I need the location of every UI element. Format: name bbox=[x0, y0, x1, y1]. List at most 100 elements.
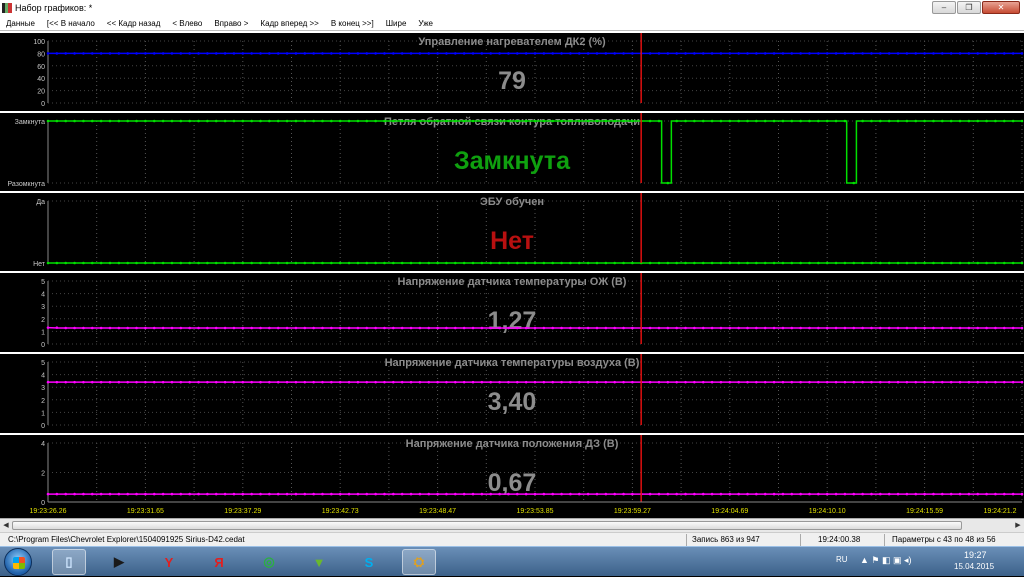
menu-item-6[interactable]: В конец >>] bbox=[331, 19, 374, 28]
data-point bbox=[392, 120, 395, 123]
data-point bbox=[835, 120, 838, 123]
data-point bbox=[242, 327, 245, 330]
data-point bbox=[1012, 120, 1015, 123]
data-point bbox=[144, 262, 147, 265]
data-point bbox=[268, 120, 271, 123]
data-point bbox=[720, 262, 723, 265]
data-point bbox=[188, 327, 191, 330]
chart-panel[interactable]: ДаНетЭБУ обученНет bbox=[0, 191, 1024, 271]
data-point bbox=[826, 381, 829, 384]
start-button[interactable] bbox=[4, 548, 32, 576]
yandex-browser-icon[interactable]: Y bbox=[152, 549, 186, 575]
tray-icons[interactable]: ▲ ⚑ ◧ ▣ ◂) bbox=[860, 555, 912, 566]
data-point bbox=[968, 52, 971, 55]
data-point bbox=[454, 381, 457, 384]
data-point bbox=[737, 52, 740, 55]
downloader-icon[interactable]: ▼ bbox=[302, 549, 336, 575]
data-point bbox=[507, 120, 510, 123]
data-point bbox=[401, 327, 404, 330]
skype-icon[interactable]: S bbox=[352, 549, 386, 575]
data-point bbox=[162, 120, 165, 123]
chart-panel[interactable]: 420Напряжение датчика положения ДЗ (В)0,… bbox=[0, 433, 1024, 518]
clock-date[interactable]: 15.04.2015 bbox=[954, 562, 994, 571]
data-point bbox=[773, 262, 776, 265]
data-point bbox=[286, 381, 289, 384]
data-point bbox=[755, 327, 758, 330]
data-point bbox=[861, 381, 864, 384]
media-player-icon[interactable]: ▶ bbox=[102, 549, 136, 575]
data-point bbox=[153, 120, 156, 123]
data-point bbox=[764, 52, 767, 55]
data-point bbox=[374, 381, 377, 384]
data-point bbox=[941, 493, 944, 496]
chart-panel[interactable]: 543210Напряжение датчика температуры воз… bbox=[0, 352, 1024, 433]
menu-item-0[interactable]: Данные bbox=[6, 19, 35, 28]
files-icon[interactable]: ▯ bbox=[52, 549, 86, 575]
data-point bbox=[56, 381, 59, 384]
data-point bbox=[47, 262, 50, 265]
data-point bbox=[817, 120, 820, 123]
scroll-right-arrow-icon[interactable]: ▶ bbox=[1012, 520, 1024, 531]
data-point bbox=[109, 52, 112, 55]
chart-panel[interactable]: 100806040200Управление нагревателем ДК2 … bbox=[0, 31, 1024, 111]
data-point bbox=[826, 120, 829, 123]
data-point bbox=[817, 493, 820, 496]
data-point bbox=[631, 493, 634, 496]
data-point bbox=[489, 120, 492, 123]
data-point bbox=[773, 52, 776, 55]
yandex-icon[interactable]: Я bbox=[202, 549, 236, 575]
y-tick-label: Нет bbox=[33, 261, 46, 268]
data-point bbox=[233, 262, 236, 265]
menu-item-1[interactable]: [<< В начало bbox=[47, 19, 95, 28]
data-point bbox=[578, 381, 581, 384]
menu-item-7[interactable]: Шире bbox=[386, 19, 407, 28]
data-point bbox=[126, 120, 129, 123]
horizontal-scrollbar[interactable]: ◀ ▶ bbox=[0, 518, 1024, 532]
menu-item-3[interactable]: < Влево bbox=[172, 19, 202, 28]
data-point bbox=[578, 327, 581, 330]
data-point bbox=[897, 493, 900, 496]
window-titlebar: Набор графиков: * – ❐ ✕ bbox=[0, 0, 1024, 16]
data-point bbox=[808, 493, 811, 496]
data-point bbox=[950, 120, 953, 123]
menu-item-5[interactable]: Кадр вперед >> bbox=[260, 19, 318, 28]
data-point bbox=[374, 327, 377, 330]
clock-time[interactable]: 19:27 bbox=[964, 550, 987, 560]
close-button[interactable]: ✕ bbox=[982, 1, 1020, 14]
data-point bbox=[667, 52, 670, 55]
data-point bbox=[826, 52, 829, 55]
data-point bbox=[224, 381, 227, 384]
scroll-left-arrow-icon[interactable]: ◀ bbox=[0, 520, 12, 531]
windows-logo-icon bbox=[13, 557, 25, 569]
data-point bbox=[472, 381, 475, 384]
status-params: Параметры с 43 по 48 из 56 bbox=[892, 535, 996, 544]
menu-item-8[interactable]: Уже bbox=[418, 19, 433, 28]
data-point bbox=[73, 381, 76, 384]
chart-panel[interactable]: ЗамкнутаРазомкнутаПетля обратной связи к… bbox=[0, 111, 1024, 191]
data-point bbox=[126, 381, 129, 384]
minimize-button[interactable]: – bbox=[932, 1, 956, 14]
data-point bbox=[888, 381, 891, 384]
data-point bbox=[330, 120, 333, 123]
data-point bbox=[286, 120, 289, 123]
data-point bbox=[463, 52, 466, 55]
menu-item-4[interactable]: Вправо > bbox=[214, 19, 248, 28]
data-point bbox=[914, 381, 917, 384]
x-tick-label: 19:24:21.2 bbox=[983, 508, 1016, 515]
data-point bbox=[932, 52, 935, 55]
chart-panel[interactable]: 543210Напряжение датчика температуры ОЖ … bbox=[0, 271, 1024, 352]
menu-item-2[interactable]: << Кадр назад bbox=[107, 19, 161, 28]
car-diagnostic-icon[interactable]: ⛭ bbox=[402, 549, 436, 575]
data-point bbox=[365, 327, 368, 330]
scroll-thumb[interactable] bbox=[12, 521, 962, 530]
language-indicator[interactable]: RU bbox=[836, 555, 848, 564]
data-point bbox=[994, 262, 997, 265]
data-point bbox=[578, 262, 581, 265]
restore-button[interactable]: ❐ bbox=[957, 1, 981, 14]
data-point bbox=[171, 120, 174, 123]
y-tick-label: 2 bbox=[41, 471, 45, 478]
current-value: 1,27 bbox=[488, 307, 537, 335]
chat-icon[interactable]: ◎ bbox=[252, 549, 286, 575]
data-point bbox=[569, 52, 572, 55]
data-point bbox=[1012, 262, 1015, 265]
